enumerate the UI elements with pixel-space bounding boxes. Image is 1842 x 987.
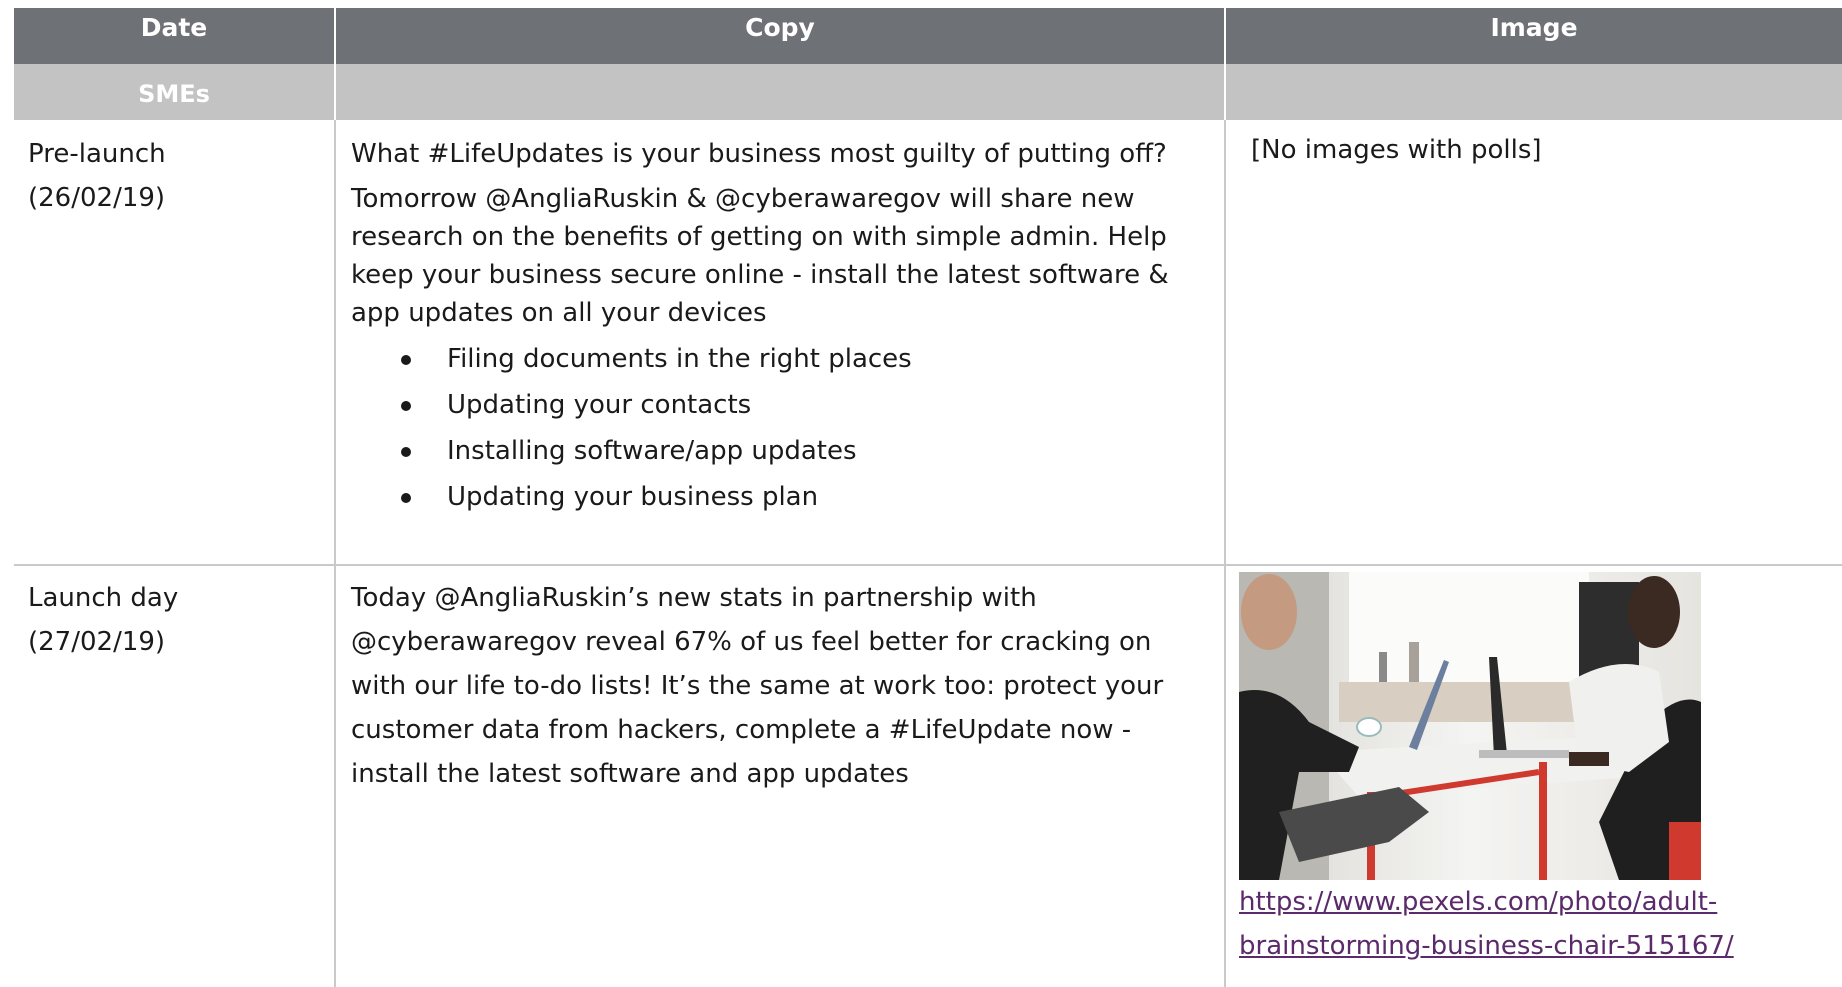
section-empty-image bbox=[1226, 64, 1842, 120]
list-item: Updating your contacts bbox=[351, 382, 1224, 428]
list-item: Installing software/app updates bbox=[351, 428, 1224, 474]
section-empty-copy bbox=[336, 64, 1226, 120]
copy-paragraph: Tomorrow @AngliaRuskin & @cyberawaregov … bbox=[351, 180, 1224, 332]
poll-options-list: Filing documents in the right places Upd… bbox=[351, 336, 1224, 520]
copy-line: @cyberawaregov reveal 67% of us feel bet… bbox=[351, 627, 1152, 657]
header-copy: Copy bbox=[336, 8, 1226, 64]
date-value: (26/02/19) bbox=[28, 183, 166, 213]
table-row: Pre-launch (26/02/19) What #LifeUpdates … bbox=[14, 120, 1842, 566]
list-item-text: Updating your contacts bbox=[447, 390, 752, 420]
date-label: Launch day bbox=[28, 583, 179, 613]
section-row-smes: SMEs bbox=[14, 64, 1842, 120]
table-header-row: Date Copy Image bbox=[14, 8, 1842, 64]
copy-line: research on the benefits of getting on w… bbox=[351, 222, 1167, 252]
table-row: Launch day (27/02/19) Today @AngliaRuski… bbox=[14, 564, 1842, 987]
image-cell: https://www.pexels.com/photo/adult- brai… bbox=[1226, 564, 1842, 987]
list-item-text: Updating your business plan bbox=[447, 482, 819, 512]
list-item-text: Installing software/app updates bbox=[447, 436, 857, 466]
copy-line: install the latest software and app upda… bbox=[351, 759, 909, 789]
copy-line: with our life to-do lists! It’s the same… bbox=[351, 671, 1164, 701]
copy-cell: Today @AngliaRuskin’s new stats in partn… bbox=[336, 564, 1226, 987]
bullet-icon bbox=[401, 493, 411, 503]
copy-line: customer data from hackers, complete a #… bbox=[351, 715, 1132, 745]
bullet-icon bbox=[401, 401, 411, 411]
copy-line: keep your business secure online - insta… bbox=[351, 260, 1169, 290]
date-cell: Launch day (27/02/19) bbox=[14, 564, 336, 987]
image-cell: [No images with polls] bbox=[1226, 120, 1842, 564]
copy-line: app updates on all your devices bbox=[351, 298, 767, 328]
header-image: Image bbox=[1490, 13, 1578, 42]
office-meeting-photo bbox=[1239, 572, 1701, 880]
bullet-icon bbox=[401, 355, 411, 365]
bullet-icon bbox=[401, 447, 411, 457]
image-note: [No images with polls] bbox=[1251, 135, 1542, 165]
copy-question: What #LifeUpdates is your business most … bbox=[351, 139, 1167, 169]
header-date: Date bbox=[14, 8, 336, 64]
date-cell: Pre-launch (26/02/19) bbox=[14, 120, 336, 564]
copy-line: Today @AngliaRuskin’s new stats in partn… bbox=[351, 583, 1037, 613]
image-source-link-continued[interactable]: brainstorming-business-chair-515167/ bbox=[1239, 924, 1842, 968]
copy-cell: What #LifeUpdates is your business most … bbox=[336, 120, 1226, 564]
list-item-text: Filing documents in the right places bbox=[447, 344, 912, 374]
date-label: Pre-launch bbox=[28, 139, 166, 169]
section-label: SMEs bbox=[14, 64, 336, 120]
image-source-link[interactable]: https://www.pexels.com/photo/adult- bbox=[1239, 880, 1842, 924]
copy-line: Tomorrow @AngliaRuskin & @cyberawaregov … bbox=[351, 184, 1135, 214]
list-item: Filing documents in the right places bbox=[351, 336, 1224, 382]
list-item: Updating your business plan bbox=[351, 474, 1224, 520]
date-value: (27/02/19) bbox=[28, 627, 166, 657]
